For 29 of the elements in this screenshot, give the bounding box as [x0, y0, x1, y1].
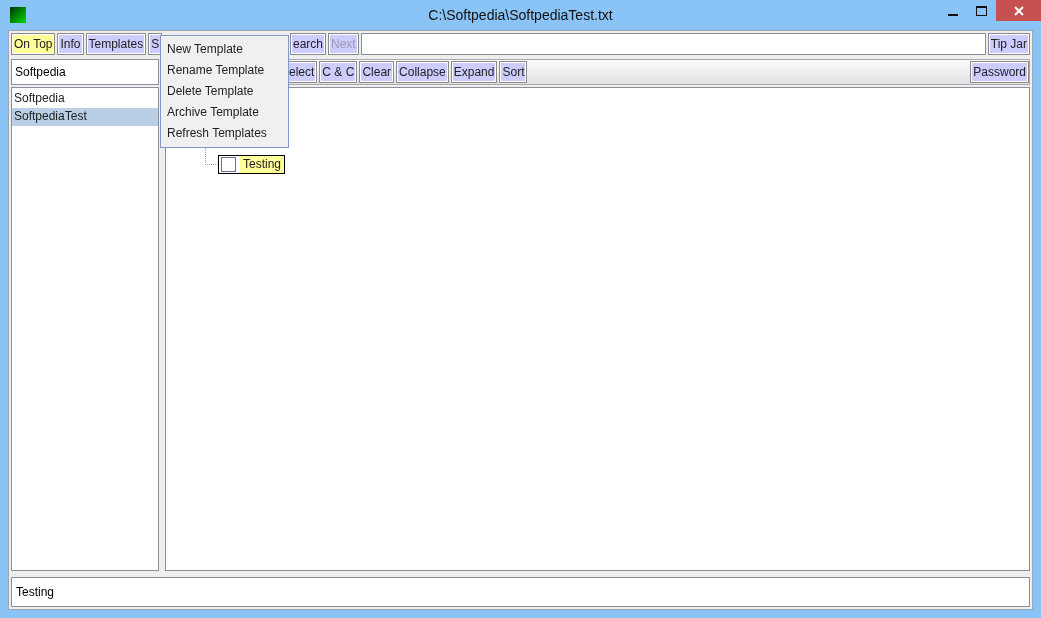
checkbox[interactable]	[221, 157, 236, 172]
menu-item[interactable]: New Template	[161, 39, 288, 60]
tree-button[interactable]: Clear	[359, 61, 395, 83]
tree-button[interactable]: Sort	[499, 61, 528, 83]
toolbar-button[interactable]: Info	[57, 33, 84, 55]
template-item[interactable]: SoftpediaTest	[12, 108, 158, 126]
tree-button[interactable]: Collapse	[396, 61, 449, 83]
tip-jar-button[interactable]: Tip Jar	[987, 33, 1030, 55]
password-button[interactable]: Password	[970, 61, 1029, 83]
tree-button[interactable]: C & C	[319, 61, 358, 83]
close-icon	[1013, 5, 1024, 16]
status-field[interactable]: Testing	[11, 577, 1030, 607]
minimize-icon	[947, 13, 958, 16]
menu-item[interactable]: Archive Template	[161, 102, 288, 123]
search-field[interactable]	[360, 33, 986, 55]
menu-item[interactable]: Rename Template	[161, 60, 288, 81]
maximize-icon	[976, 5, 987, 16]
menu-item[interactable]: Refresh Templates	[161, 123, 288, 144]
template-field[interactable]: Softpedia	[11, 59, 159, 85]
toolbar-button[interactable]: On Top	[11, 33, 56, 55]
toolbar-button[interactable]: Templates	[85, 33, 147, 55]
template-item[interactable]: Softpedia	[12, 90, 158, 108]
window-title: C:\Softpedia\SoftpediaTest.txt	[427, 7, 614, 23]
menu-item[interactable]: Delete Template	[161, 81, 288, 102]
tree-node[interactable]: Testing	[218, 155, 286, 174]
toolbar-button[interactable]: earch	[290, 33, 327, 55]
app-icon	[10, 7, 26, 23]
tree-button[interactable]: Expand	[450, 61, 498, 83]
close-button[interactable]	[996, 0, 1041, 21]
